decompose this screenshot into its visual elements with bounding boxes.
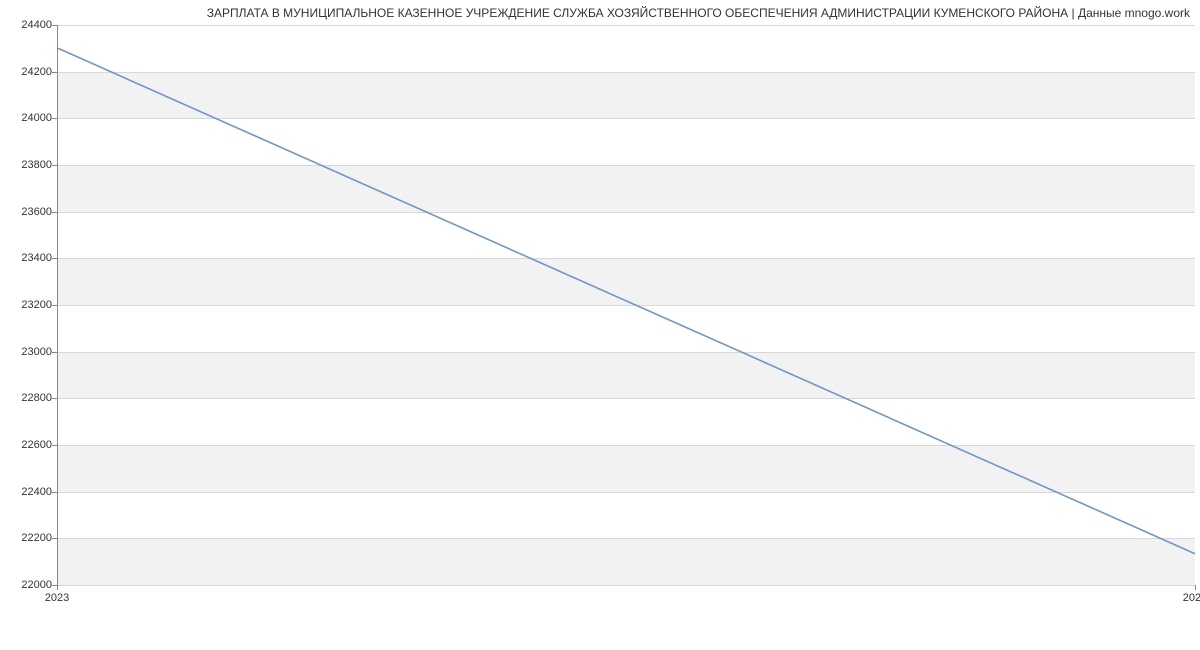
y-tick-label: 22800 (21, 392, 52, 404)
y-tick-mark (52, 212, 57, 213)
y-tick-mark (52, 352, 57, 353)
y-tick-label: 23400 (21, 252, 52, 264)
x-tick-label: 2024 (1183, 592, 1200, 604)
y-tick-mark (52, 25, 57, 26)
plot-area (57, 25, 1195, 585)
y-tick-mark (52, 165, 57, 166)
y-tick-mark (52, 72, 57, 73)
y-tick-label: 23000 (21, 346, 52, 358)
y-tick-label: 23200 (21, 299, 52, 311)
chart-line-series (58, 48, 1195, 553)
y-tick-mark (52, 538, 57, 539)
y-tick-label: 24400 (21, 19, 52, 31)
y-tick-label: 22000 (21, 579, 52, 591)
y-tick-mark (52, 118, 57, 119)
y-tick-label: 22400 (21, 486, 52, 498)
grid-line (58, 585, 1195, 586)
chart-line-layer (58, 25, 1195, 584)
y-tick-label: 22200 (21, 532, 52, 544)
y-tick-label: 23600 (21, 206, 52, 218)
y-tick-label: 23800 (21, 159, 52, 171)
x-tick-mark (57, 585, 58, 590)
x-tick-mark (1195, 585, 1196, 590)
y-tick-mark (52, 445, 57, 446)
y-tick-mark (52, 305, 57, 306)
y-tick-mark (52, 492, 57, 493)
y-tick-mark (52, 398, 57, 399)
y-tick-label: 22600 (21, 439, 52, 451)
y-tick-label: 24000 (21, 112, 52, 124)
y-tick-label: 24200 (21, 66, 52, 78)
chart-title: ЗАРПЛАТА В МУНИЦИПАЛЬНОЕ КАЗЕННОЕ УЧРЕЖД… (207, 6, 1190, 20)
x-tick-label: 2023 (45, 592, 69, 604)
y-tick-mark (52, 258, 57, 259)
